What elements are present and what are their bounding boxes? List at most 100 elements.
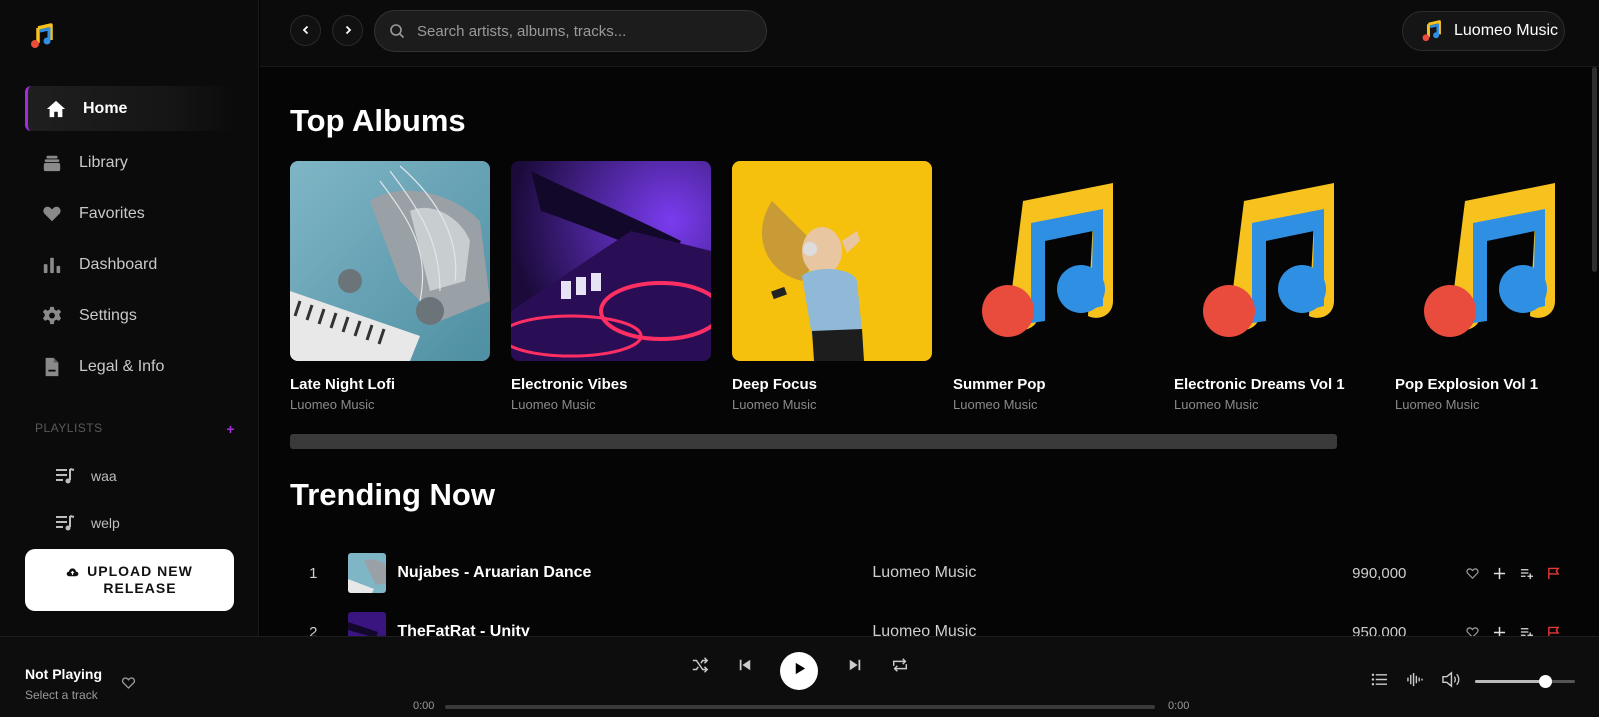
album-title: Electronic Dreams Vol 1 xyxy=(1174,376,1345,393)
album-card[interactable]: Electronic Vibes Luomeo Music xyxy=(511,161,711,412)
volume-button[interactable] xyxy=(1440,671,1460,693)
album-card[interactable]: Electronic Dreams Vol 1 Luomeo Music xyxy=(1174,161,1374,412)
horizontal-scrollbar[interactable] xyxy=(290,434,1337,449)
gear-icon xyxy=(41,305,63,327)
sidebar-item-favorites[interactable]: Favorites xyxy=(25,191,235,236)
flag-icon[interactable] xyxy=(1547,567,1560,580)
forward-button[interactable] xyxy=(332,15,363,46)
sidebar-item-label: Library xyxy=(79,153,128,171)
like-icon[interactable] xyxy=(121,676,136,690)
albums-carousel: Late Night Lofi Luomeo Music Electronic … xyxy=(290,161,1563,421)
play-button[interactable] xyxy=(780,652,818,690)
track-thumbnail xyxy=(347,612,387,636)
upload-release-button[interactable]: UPLOAD NEW RELEASE xyxy=(25,549,234,611)
current-time: 0:00 xyxy=(413,700,435,712)
skip-previous-icon xyxy=(738,658,752,677)
album-cover xyxy=(511,161,711,361)
heart-icon xyxy=(41,203,63,225)
playlist-label: waa xyxy=(91,468,117,484)
library-icon xyxy=(41,152,63,174)
album-title: Pop Explosion Vol 1 xyxy=(1395,376,1539,393)
album-cover xyxy=(732,161,932,361)
playlists-header: PLAYLISTS + xyxy=(35,421,235,437)
track-actions xyxy=(1466,626,1560,636)
sidebar-item-settings[interactable]: Settings xyxy=(25,293,235,338)
plus-icon[interactable] xyxy=(1493,567,1506,580)
sidebar: Home Library Favorites Dashboard Setting xyxy=(0,0,259,636)
visualizer-button[interactable] xyxy=(1404,672,1424,691)
album-card[interactable]: Summer Pop Luomeo Music xyxy=(953,161,1153,412)
vertical-scrollbar[interactable] xyxy=(1592,67,1597,272)
now-playing-title: Not Playing xyxy=(25,666,103,682)
next-button[interactable] xyxy=(845,657,865,677)
player-bar: Not Playing Select a track 0:00 0:00 xyxy=(0,636,1599,717)
queue-list-icon xyxy=(1371,672,1388,692)
play-icon xyxy=(792,661,807,681)
flag-icon[interactable] xyxy=(1547,626,1560,636)
album-card[interactable]: Pop Explosion Vol 1 Luomeo Music xyxy=(1395,161,1563,412)
chevron-left-icon xyxy=(301,22,311,40)
queue-button[interactable] xyxy=(1369,673,1389,691)
add-to-queue-icon[interactable] xyxy=(1520,567,1534,580)
shuffle-button[interactable] xyxy=(690,656,710,677)
sidebar-item-dashboard[interactable]: Dashboard xyxy=(25,242,235,287)
total-time: 0:00 xyxy=(1168,700,1190,712)
repeat-icon xyxy=(891,656,909,679)
search-bar xyxy=(374,10,767,52)
album-title: Electronic Vibes xyxy=(511,376,628,393)
track-plays: 950,000 xyxy=(1352,623,1407,637)
sidebar-item-label: Settings xyxy=(79,306,137,324)
playlist-item-waa[interactable]: waa xyxy=(55,466,117,486)
playlists-heading: PLAYLISTS xyxy=(35,421,103,435)
previous-button[interactable] xyxy=(735,657,755,677)
app-logo-icon[interactable] xyxy=(28,23,54,49)
repeat-button[interactable] xyxy=(890,657,910,677)
trending-heading: Trending Now xyxy=(290,477,495,512)
playlist-item-welp[interactable]: welp xyxy=(55,513,120,533)
track-number: 1 xyxy=(309,564,318,582)
track-artist: Luomeo Music xyxy=(872,623,977,636)
volume-slider[interactable] xyxy=(1475,675,1575,688)
top-albums-heading: Top Albums xyxy=(290,103,466,138)
search-icon xyxy=(389,23,405,39)
now-playing-subtitle: Select a track xyxy=(25,688,98,702)
sidebar-item-legal[interactable]: Legal & Info xyxy=(25,344,235,389)
album-card[interactable]: Deep Focus Luomeo Music xyxy=(732,161,932,412)
sidebar-item-library[interactable]: Library xyxy=(25,140,235,185)
album-artist: Luomeo Music xyxy=(511,397,596,412)
album-artist: Luomeo Music xyxy=(290,397,375,412)
heart-icon[interactable] xyxy=(1466,567,1479,580)
playlist-icon xyxy=(55,466,75,486)
search-input[interactable] xyxy=(417,22,747,40)
volume-knob[interactable] xyxy=(1539,675,1552,688)
track-plays: 990,000 xyxy=(1352,564,1407,582)
sidebar-item-home[interactable]: Home xyxy=(25,86,235,131)
album-cover xyxy=(1174,161,1374,361)
track-thumbnail xyxy=(347,553,387,593)
add-playlist-button[interactable]: + xyxy=(226,421,235,437)
volume-icon xyxy=(1441,671,1460,693)
app-window: Home Library Favorites Dashboard Setting xyxy=(0,0,1599,717)
track-row[interactable]: 2 TheFatRat - Unity Luomeo Music 950,000 xyxy=(290,611,1560,636)
music-note-icon xyxy=(1420,20,1442,42)
bar-chart-icon xyxy=(41,254,63,276)
profile-button[interactable]: Luomeo Music xyxy=(1402,11,1565,51)
chevron-right-icon xyxy=(343,22,353,40)
album-artist: Luomeo Music xyxy=(732,397,817,412)
progress-bar[interactable] xyxy=(445,705,1155,709)
album-card[interactable]: Late Night Lofi Luomeo Music xyxy=(290,161,490,412)
skip-next-icon xyxy=(848,658,862,677)
plus-icon[interactable] xyxy=(1493,626,1506,636)
heart-icon[interactable] xyxy=(1466,626,1479,636)
track-row[interactable]: 1 Nujabes - Aruarian Dance Luomeo Music … xyxy=(290,552,1560,594)
top-bar: Luomeo Music xyxy=(260,0,1599,67)
track-name: Nujabes - Aruarian Dance xyxy=(397,564,592,581)
album-artist: Luomeo Music xyxy=(1174,397,1259,412)
back-button[interactable] xyxy=(290,15,321,46)
add-to-queue-icon[interactable] xyxy=(1520,626,1534,636)
document-icon xyxy=(41,356,63,378)
profile-name: Luomeo Music xyxy=(1454,22,1559,39)
cloud-upload-icon xyxy=(66,566,79,579)
album-title: Summer Pop xyxy=(953,376,1046,393)
album-cover xyxy=(1395,161,1563,361)
